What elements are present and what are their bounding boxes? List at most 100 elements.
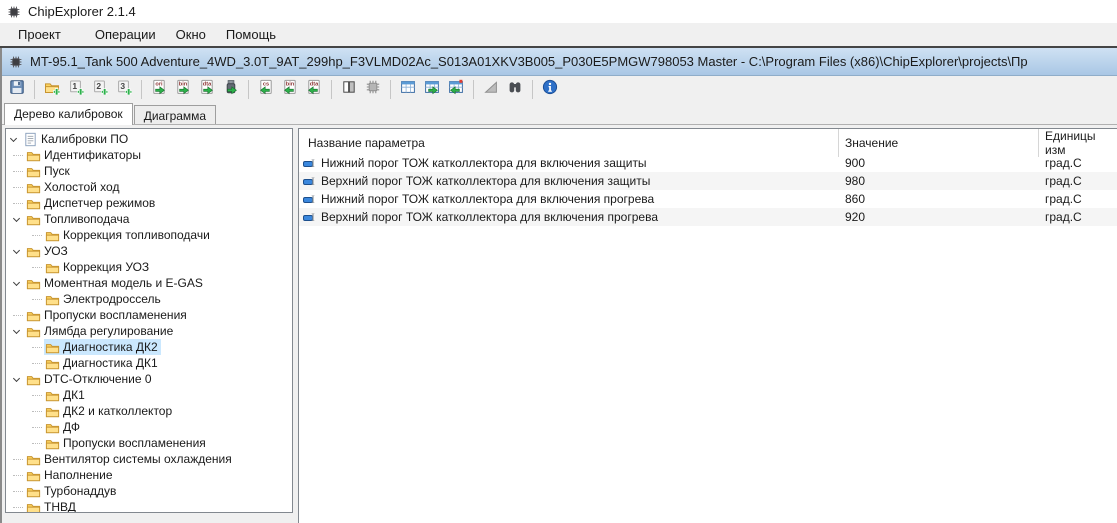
folder-icon [45,356,60,371]
tree-item-label: Лямбда регулирование [44,324,173,338]
tree-item-label: Электродроссель [63,292,161,306]
parameter-name: Верхний порог ТОЖ катколлектора для вклю… [321,210,658,224]
toolbar-slope-button [480,79,502,101]
toolbar-export-usb-button[interactable] [220,79,242,101]
folder-icon [26,500,41,514]
tree-item[interactable]: ТНВД [6,499,292,513]
tree-item[interactable]: Лямбда регулирование [6,323,292,339]
menu-item-operations[interactable]: Операции [85,24,166,45]
toolbar-add-2-button[interactable]: 2 [89,79,111,101]
tree-indent [10,339,32,355]
tree-indent [10,387,32,403]
tree-item[interactable]: Турбонаддув [6,483,292,499]
tab-diagram[interactable]: Диаграмма [134,105,216,124]
tree-item[interactable]: Коррекция УОЗ [6,259,292,275]
menu-item-help[interactable]: Помощь [216,24,286,45]
parameter-value[interactable]: 860 [839,192,1039,206]
tree-item[interactable]: Коррекция топливоподачи [6,227,292,243]
tree-item[interactable]: Вентилятор системы охлаждения [6,451,292,467]
toolbar-find-button[interactable] [504,79,526,101]
toolbar-add-3-button[interactable]: 3 [113,79,135,101]
project-titlebar[interactable]: MT-95.1_Tank 500 Adventure_4WD_3.0T_9AT_… [2,48,1117,76]
toolbar-import-bin-button[interactable]: bin [279,79,301,101]
parameter-value[interactable]: 920 [839,210,1039,224]
tree-item[interactable]: Калибровки ПО [6,131,292,147]
tree-indent [10,403,32,419]
svg-text:bin: bin [286,82,295,88]
toolbar-separator [532,80,533,99]
tree-indent [10,291,32,307]
toolbar-add-1-button[interactable]: 1 [65,79,87,101]
folder-icon [45,420,60,435]
folder-plus-icon [44,79,60,100]
tree-item[interactable]: Диагностика ДК1 [6,355,292,371]
tree-item[interactable]: Холостой ход [6,179,292,195]
folder-icon [26,324,41,339]
table-row[interactable]: Верхний порог ТОЖ катколлектора для вклю… [299,208,1117,226]
toolbar-info-button[interactable] [539,79,561,101]
chevron-down-icon[interactable] [13,275,25,291]
tree-item[interactable]: Электродроссель [6,291,292,307]
svg-text:dta: dta [310,82,319,88]
chevron-down-icon[interactable] [10,131,22,147]
tab-calibration-tree[interactable]: Дерево калибровок [4,103,133,125]
app-titlebar[interactable]: ChipExplorer 2.1.4 [0,0,1117,23]
toolbar-chip-button [362,79,384,101]
tree-connector [32,339,44,355]
column-header-2[interactable]: Единицы изм [1039,129,1117,157]
tree-item[interactable]: Пуск [6,163,292,179]
tree-item[interactable]: Диагностика ДК2 [6,339,292,355]
parameter-value[interactable]: 980 [839,174,1039,188]
tree-item[interactable]: Моментная модель и E-GAS [6,275,292,291]
tree-item[interactable]: Наполнение [6,467,292,483]
tree-item[interactable]: DTC-Отключение 0 [6,371,292,387]
column-header-1[interactable]: Значение [839,129,1039,157]
doc-import-icon: dta [306,79,322,100]
tree-indent [10,355,32,371]
toolbar-table-import-button[interactable] [445,79,467,101]
parameter-value[interactable]: 900 [839,156,1039,170]
toolbar-save-button[interactable] [6,79,28,101]
toolbar-import-cs-button[interactable]: cs [255,79,277,101]
chevron-down-icon[interactable] [13,323,25,339]
tree-item-label: Наполнение [44,468,113,482]
toolbar-export-bin-button[interactable]: bin [172,79,194,101]
parameter-name-cell: Нижний порог ТОЖ катколлектора для включ… [299,156,839,170]
chip-gray-icon [365,79,381,100]
toolbar-add-folder-button[interactable] [41,79,63,101]
table-row[interactable]: Нижний порог ТОЖ катколлектора для включ… [299,190,1117,208]
menu-item-window[interactable]: Окно [166,24,216,45]
toolbar-table-view-button[interactable] [397,79,419,101]
doc-import-icon: cs [258,79,274,100]
svg-text:3: 3 [120,81,125,91]
tree-item-label: Пропуски воспламенения [63,436,206,450]
chevron-down-icon[interactable] [13,243,25,259]
doc-import-icon: bin [282,79,298,100]
tree-item[interactable]: ДФ [6,419,292,435]
toolbar-export-dta-button[interactable]: dta [196,79,218,101]
tree-item-label: ДК2 и катколлектор [63,404,172,418]
tree-item[interactable]: ДК2 и катколлектор [6,403,292,419]
app-title: ChipExplorer 2.1.4 [28,4,136,19]
tree-item[interactable]: Диспетчер режимов [6,195,292,211]
tree-item[interactable]: Пропуски воспламенения [6,307,292,323]
menu-bar: Проект ОперацииОкноПомощь [0,23,1117,48]
toolbar-table-export-button[interactable] [421,79,443,101]
column-header-0[interactable]: Название параметра [299,129,839,157]
tree-connector [32,419,44,435]
toolbar-import-dta-button[interactable]: dta [303,79,325,101]
tree-item[interactable]: ДК1 [6,387,292,403]
tree-item[interactable]: Топливоподача [6,211,292,227]
chevron-down-icon[interactable] [13,371,25,387]
parameter-units: град.С [1039,156,1117,170]
tree-item[interactable]: Идентификаторы [6,147,292,163]
tree-item[interactable]: УОЗ [6,243,292,259]
table-row[interactable]: Верхний порог ТОЖ катколлектора для вклю… [299,172,1117,190]
tab-strip: Дерево калибровокДиаграмма [2,103,1117,125]
tree-item[interactable]: Пропуски воспламенения [6,435,292,451]
chevron-down-icon[interactable] [13,211,25,227]
table-row[interactable]: Нижний порог ТОЖ катколлектора для включ… [299,154,1117,172]
toolbar-compare-button[interactable] [338,79,360,101]
menu-item-project[interactable]: Проект [8,24,71,45]
toolbar-export-ori-button[interactable]: ori [148,79,170,101]
